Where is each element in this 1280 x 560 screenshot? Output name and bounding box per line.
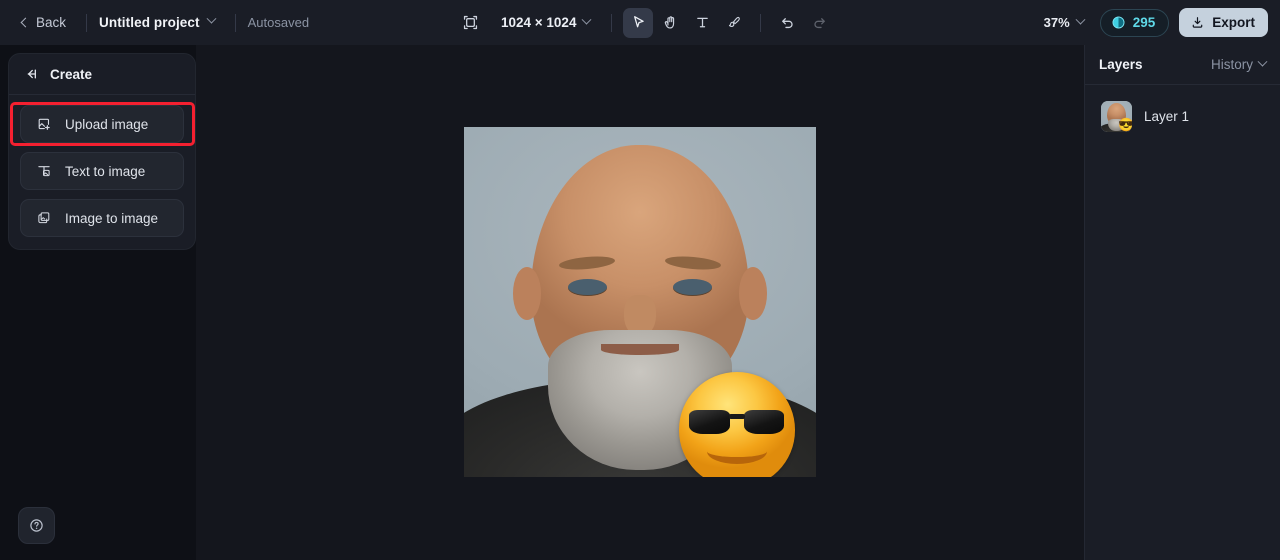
image-to-image-button[interactable]: Image to image [20, 199, 184, 237]
divider [86, 13, 88, 32]
upload-image-button[interactable]: Upload image [20, 105, 184, 143]
layers-panel: Layers History 😎 Layer 1 [1084, 45, 1280, 560]
export-button-label: Export [1212, 15, 1255, 30]
text-tool-button[interactable] [687, 8, 717, 38]
top-bar: Back Untitled project Autosaved 1024 × 1… [0, 0, 1280, 45]
sunglasses-emoji-sticker[interactable] [678, 372, 795, 477]
back-button-label: Back [36, 15, 67, 30]
tab-history-label: History [1210, 57, 1253, 72]
project-title: Untitled project [99, 15, 200, 30]
divider [234, 13, 236, 32]
layer-thumbnail: 😎 [1101, 101, 1132, 132]
create-panel: Create Upload image Text to image Image … [8, 53, 196, 250]
download-icon [1192, 17, 1203, 28]
upload-image-label: Upload image [65, 116, 149, 132]
topbar-tools-group: 1024 × 1024 [455, 0, 834, 45]
credits-badge[interactable]: 295 [1099, 8, 1170, 37]
canvas-size-selector[interactable]: 1024 × 1024 [493, 10, 596, 35]
canvas-frame-icon [463, 15, 477, 30]
topbar-right-group: 37% 295 Export [1036, 0, 1268, 45]
chevron-down-icon [582, 14, 592, 25]
app-root: Back Untitled project Autosaved 1024 × 1… [0, 0, 1280, 560]
emoji-sunglass-bridge [728, 413, 745, 420]
select-tool-button[interactable] [623, 7, 654, 38]
create-panel-items: Upload image Text to image Image to imag… [9, 95, 195, 249]
canvas-area[interactable] [196, 45, 1084, 560]
hand-tool-button[interactable] [655, 8, 685, 38]
emoji-sunglass-left [689, 410, 730, 435]
upload-image-icon [35, 116, 52, 132]
help-button[interactable] [18, 507, 55, 544]
layer-row[interactable]: 😎 Layer 1 [1095, 95, 1270, 138]
portrait-mouth [601, 344, 679, 355]
emoji-sunglass-right [743, 410, 785, 435]
brush-icon [728, 16, 740, 27]
thumb-emoji: 😎 [1118, 117, 1132, 132]
cursor-icon [633, 16, 644, 28]
text-to-image-icon [35, 163, 52, 179]
brush-tool-button[interactable] [719, 8, 749, 38]
text-to-image-button[interactable]: Text to image [20, 152, 184, 190]
tab-history[interactable]: History [1210, 56, 1268, 72]
layers-panel-header: Layers History [1085, 45, 1280, 85]
collapse-panel-icon[interactable] [23, 66, 39, 82]
credits-value: 295 [1132, 15, 1156, 30]
autosave-status: Autosaved [247, 15, 310, 30]
portrait-ear-right [738, 267, 767, 320]
hand-icon [664, 16, 675, 29]
chevron-down-icon [1257, 56, 1268, 67]
divider [760, 13, 762, 32]
text-to-image-label: Text to image [65, 163, 146, 179]
divider [611, 13, 613, 32]
export-button[interactable]: Export [1179, 8, 1268, 37]
canvas-artwork[interactable] [464, 127, 816, 477]
image-to-image-icon [35, 210, 52, 226]
layer-name: Layer 1 [1144, 109, 1190, 124]
create-panel-title: Create [50, 66, 93, 82]
canvas-size-icon-button[interactable] [455, 8, 485, 38]
redo-button[interactable] [804, 8, 834, 38]
tab-layers[interactable]: Layers [1099, 57, 1143, 72]
text-icon [697, 17, 708, 28]
chevron-down-icon [206, 13, 217, 24]
layers-list: 😎 Layer 1 [1085, 85, 1280, 148]
project-menu-button[interactable] [200, 12, 223, 33]
canvas-size-label: 1024 × 1024 [501, 15, 577, 30]
back-button[interactable]: Back [14, 10, 74, 35]
zoom-level-label: 37% [1043, 15, 1070, 30]
create-panel-header: Create [9, 54, 195, 95]
credit-gem-icon [1112, 16, 1125, 29]
portrait-ear-left [513, 267, 542, 320]
chevron-left-icon [20, 17, 31, 28]
zoom-level-selector[interactable]: 37% [1036, 10, 1090, 35]
help-circle-icon [30, 519, 43, 532]
topbar-left-group: Back Untitled project Autosaved [0, 0, 309, 45]
undo-icon [782, 18, 793, 29]
chevron-down-icon [1075, 14, 1086, 25]
redo-icon [814, 18, 825, 29]
image-to-image-label: Image to image [65, 210, 159, 226]
undo-button[interactable] [772, 8, 802, 38]
